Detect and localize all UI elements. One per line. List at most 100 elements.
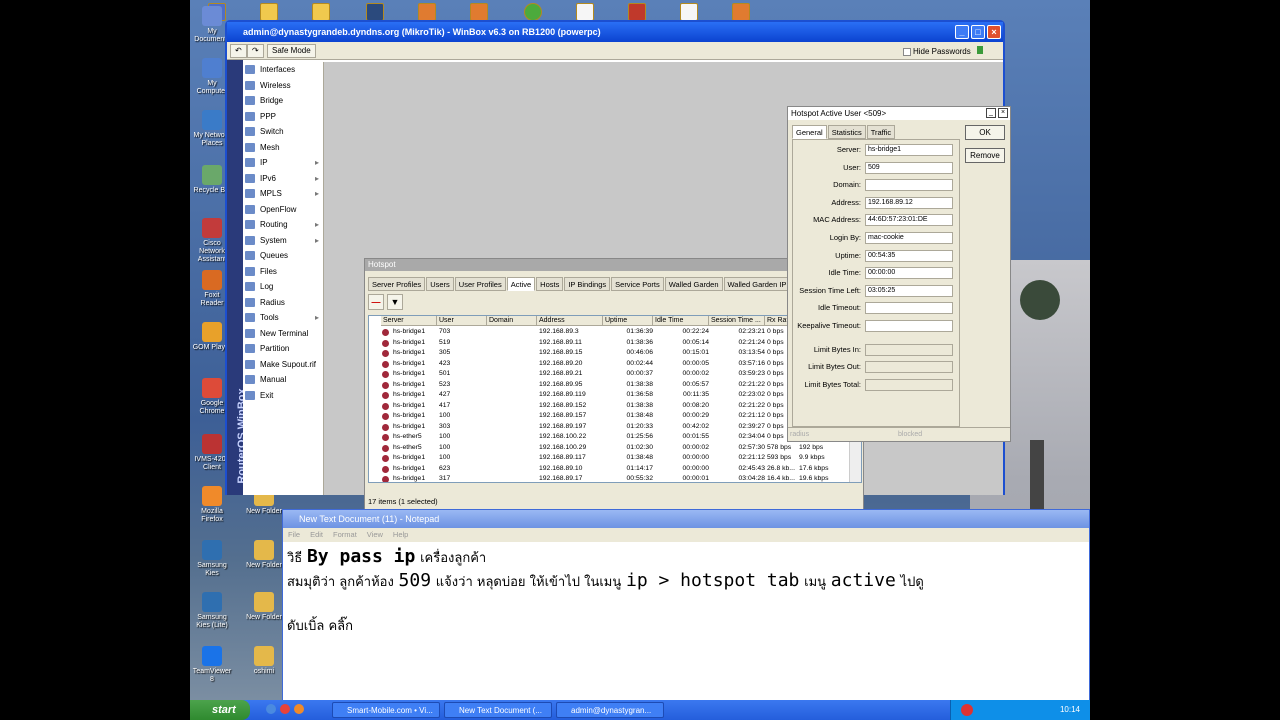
field-value[interactable] <box>865 302 953 315</box>
menu-item-wireless[interactable]: Wireless <box>243 78 323 94</box>
photoshop-icon[interactable] <box>366 3 384 21</box>
tab-users[interactable]: Users <box>426 277 454 291</box>
record-icon[interactable] <box>961 704 973 716</box>
archive-icon[interactable] <box>628 3 646 21</box>
ie-icon[interactable] <box>266 704 276 714</box>
menu-item-tools[interactable]: Tools ▸ <box>243 310 323 326</box>
tab-service-ports[interactable]: Service Ports <box>611 277 664 291</box>
menu-item-interfaces[interactable]: Interfaces <box>243 62 323 78</box>
document-icon[interactable] <box>576 3 594 21</box>
column-header[interactable]: Session Time ... <box>709 316 765 326</box>
archive-icon[interactable] <box>470 3 488 21</box>
table-row[interactable]: hs-bridge1 100 192.168.89.117 01:38:48 00:00… <box>369 453 849 464</box>
table-row[interactable]: hs-ether5 100 192.168.100.22 01:25:56 00:01:… <box>369 432 849 443</box>
menu-item-ipv6[interactable]: IPv6 ▸ <box>243 171 323 187</box>
taskbar-task[interactable]: New Text Document (... <box>444 702 552 718</box>
menu-item-mpls[interactable]: MPLS ▸ <box>243 186 323 202</box>
menu-view[interactable]: View <box>367 530 383 539</box>
folder-icon[interactable] <box>312 3 330 21</box>
table-row[interactable]: hs-ether5 100 192.168.100.29 01:02:30 00:00:… <box>369 443 849 454</box>
menu-item-ppp[interactable]: PPP <box>243 109 323 125</box>
menu-item-mesh[interactable]: Mesh <box>243 140 323 156</box>
ok-button[interactable]: OK <box>965 125 1005 140</box>
table-row[interactable]: hs-bridge1 623 192.168.89.10 01:14:17 00:00:… <box>369 464 849 475</box>
field-value[interactable]: hs-bridge1 <box>865 144 953 156</box>
menu-item-ip[interactable]: IP ▸ <box>243 155 323 171</box>
menu-item-openflow[interactable]: OpenFlow <box>243 202 323 218</box>
column-header[interactable]: User <box>437 316 487 326</box>
winbox-window[interactable]: admin@dynastygrandeb.dyndns.org (MikroTi… <box>225 20 1011 512</box>
column-header[interactable]: Domain <box>487 316 537 326</box>
tab-hosts[interactable]: Hosts <box>536 277 564 291</box>
document-icon[interactable] <box>680 3 698 21</box>
column-header[interactable]: Uptime <box>603 316 653 326</box>
field-value[interactable]: 00:54:35 <box>865 249 953 262</box>
notepad-text-area[interactable]: วิธี By pass ip เครื่องลูกค้า สมมุติว่า … <box>283 542 1089 642</box>
notepad-window[interactable]: New Text Document (11) - Notepad File Edi… <box>282 509 1090 701</box>
field-value[interactable]: 192.168.89.12 <box>865 196 953 209</box>
close-button[interactable]: × <box>987 25 1001 39</box>
menu-item-log[interactable]: Log <box>243 279 323 295</box>
tab-general[interactable]: General <box>792 125 827 139</box>
taskbar-task[interactable]: Smart-Mobile.com • Vi... <box>332 702 440 718</box>
table-row[interactable]: hs-bridge1 501 192.168.89.21 00:00:37 00:00:… <box>369 369 849 380</box>
menu-help[interactable]: Help <box>393 530 408 539</box>
desktop-folder[interactable]: New Folder <box>244 540 284 570</box>
tab-server-profiles[interactable]: Server Profiles <box>368 277 426 291</box>
table-row[interactable]: hs-bridge1 423 192.168.89.20 00:02:44 00:00:… <box>369 359 849 370</box>
folder-icon[interactable] <box>260 3 278 21</box>
dialog-titlebar[interactable]: Hotspot Active User <509> _ × <box>788 107 1010 120</box>
menu-item-exit[interactable]: Exit <box>243 388 323 404</box>
table-row[interactable]: hs-bridge1 317 192.168.89.17 00:55:32 00:00:… <box>369 474 849 482</box>
menu-item-make-supout-rif[interactable]: Make Supout.rif <box>243 357 323 373</box>
taskbar-task[interactable]: admin@dynastygran... <box>556 702 664 718</box>
winbox-titlebar[interactable]: admin@dynastygrandeb.dyndns.org (MikroTi… <box>227 22 1003 42</box>
archive-icon[interactable] <box>418 3 436 21</box>
archive-icon[interactable] <box>732 3 750 21</box>
minimize-button[interactable]: _ <box>955 25 969 39</box>
hide-passwords-toggle[interactable]: Hide Passwords <box>902 46 983 56</box>
column-header[interactable]: Server <box>381 316 437 326</box>
table-row[interactable]: hs-bridge1 417 192.168.89.152 01:38:38 00:08… <box>369 401 849 412</box>
app-icon[interactable] <box>524 3 542 21</box>
start-button[interactable]: start <box>190 700 250 720</box>
menu-item-switch[interactable]: Switch <box>243 124 323 140</box>
active-user-dialog[interactable]: Hotspot Active User <509> _ × General Sta… <box>787 106 1011 442</box>
tab-active[interactable]: Active <box>506 277 536 291</box>
redo-icon[interactable]: ↷ <box>247 44 264 58</box>
menu-format[interactable]: Format <box>333 530 357 539</box>
safe-mode-button[interactable]: Safe Mode <box>267 44 316 58</box>
table-row[interactable]: hs-bridge1 305 192.168.89.15 00:46:06 00:15:… <box>369 348 849 359</box>
menu-file[interactable]: File <box>288 530 300 539</box>
desktop-folder[interactable]: New Folder <box>244 592 284 622</box>
tab-traffic[interactable]: Traffic <box>866 125 896 139</box>
tab-user-profiles[interactable]: User Profiles <box>454 277 506 291</box>
field-value[interactable]: 00:00:00 <box>865 267 953 280</box>
menu-edit[interactable]: Edit <box>310 530 323 539</box>
remove-button[interactable]: Remove <box>965 148 1005 163</box>
checkbox-icon[interactable] <box>902 47 911 56</box>
remove-icon[interactable]: — <box>368 294 384 310</box>
desktop-shortcut[interactable]: TeamViewer 8 <box>192 646 232 684</box>
tab-walled-garden[interactable]: Walled Garden <box>664 277 723 291</box>
field-value[interactable] <box>865 320 953 332</box>
minimize-button[interactable]: _ <box>986 108 996 118</box>
table-row[interactable]: hs-bridge1 303 192.168.89.197 01:20:33 00:42… <box>369 422 849 433</box>
menu-item-files[interactable]: Files <box>243 264 323 280</box>
menu-item-manual[interactable]: Manual <box>243 372 323 388</box>
filter-icon[interactable]: ▼ <box>387 294 403 310</box>
field-value[interactable]: 509 <box>865 161 953 174</box>
close-button[interactable]: × <box>998 108 1008 118</box>
undo-icon[interactable]: ↶ <box>230 44 247 58</box>
menu-item-bridge[interactable]: Bridge <box>243 93 323 109</box>
table-row[interactable]: hs-bridge1 703 192.168.89.3 01:36:39 00:22:2… <box>369 327 849 338</box>
desktop-shortcut[interactable]: Samsung Kies <box>192 540 232 578</box>
table-row[interactable]: hs-bridge1 519 192.168.89.11 01:38:36 00:05:… <box>369 338 849 349</box>
desktop-shortcut[interactable]: Samsung Kies (Lite) <box>192 592 232 630</box>
notepad-titlebar[interactable]: New Text Document (11) - Notepad <box>283 510 1089 528</box>
maximize-button[interactable]: □ <box>971 25 985 39</box>
field-value[interactable]: 03:05:25 <box>865 284 953 297</box>
menu-item-radius[interactable]: Radius <box>243 295 323 311</box>
menu-item-new-terminal[interactable]: New Terminal <box>243 326 323 342</box>
chrome-icon[interactable] <box>280 704 290 714</box>
